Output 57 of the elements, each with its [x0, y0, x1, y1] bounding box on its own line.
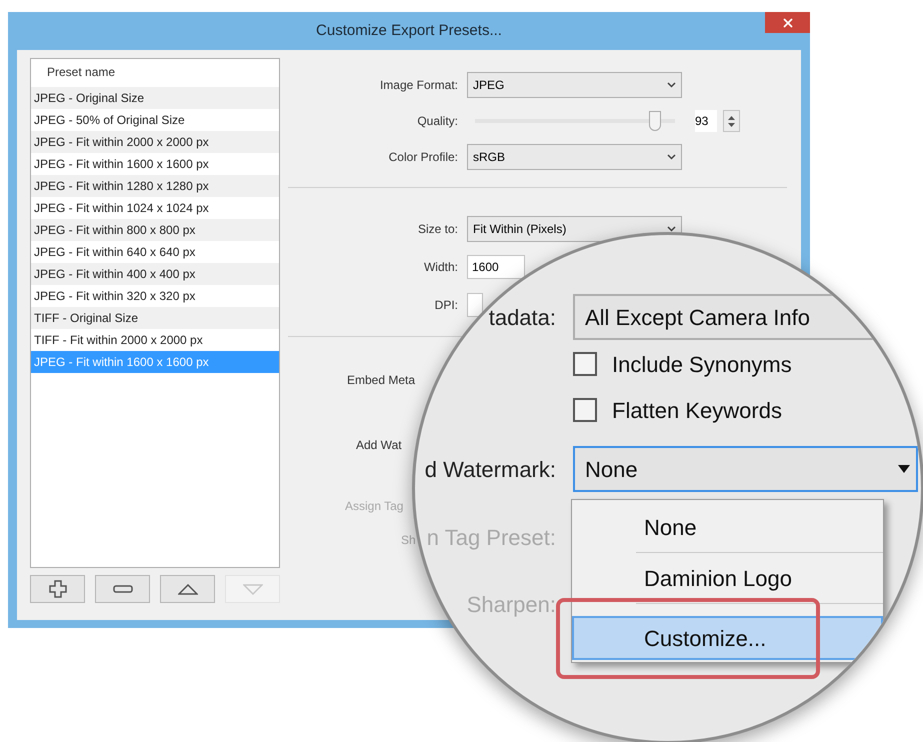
column-header: Preset name — [46, 64, 116, 81]
close-icon — [780, 16, 794, 30]
arrow-down-icon — [728, 122, 735, 126]
select-field[interactable]: None — [573, 446, 918, 492]
chevron-down-icon — [667, 154, 676, 160]
setting-label: Image Format: — [378, 77, 458, 94]
field-label: d Watermark: — [424, 456, 556, 484]
select-value: All Except Camera Info — [585, 304, 810, 332]
arrow-up-icon — [728, 116, 735, 120]
select-value: sRGB — [473, 149, 506, 166]
setting-label: Add Wat — [356, 437, 402, 454]
preset-item[interactable]: TIFF - Original Size — [31, 307, 279, 329]
setting-label: Embed Meta — [347, 372, 416, 389]
select-field[interactable]: JPEG — [467, 72, 682, 98]
setting-label: Color Profile: — [388, 149, 458, 166]
preset-item[interactable]: JPEG - Fit within 1280 x 1280 px — [31, 175, 279, 197]
select-value: Fit Within (Pixels) — [473, 221, 566, 238]
spinner-arrows[interactable] — [723, 110, 740, 132]
chevron-down-icon — [667, 226, 676, 232]
setting-label: DPI: — [434, 297, 458, 314]
list-action-button[interactable] — [160, 575, 215, 603]
select-value: JPEG — [473, 77, 504, 94]
field-label: Sharpen: — [466, 591, 556, 619]
setting-label: Width: — [422, 259, 458, 276]
checkbox[interactable] — [573, 352, 597, 376]
text-field[interactable]: 1600 — [467, 255, 525, 279]
list-action-button[interactable] — [30, 575, 85, 603]
preset-item[interactable]: JPEG - Fit within 400 x 400 px — [31, 263, 279, 285]
checkbox-label: Include Synonyms — [612, 350, 792, 379]
chevron-down-icon — [667, 82, 676, 88]
preset-item[interactable]: JPEG - Fit within 800 x 800 px — [31, 219, 279, 241]
triangle-up-icon — [178, 584, 198, 594]
select-value: None — [585, 456, 638, 484]
minus-icon — [112, 585, 132, 593]
checkbox[interactable] — [573, 398, 597, 422]
setting-label: Sh — [401, 532, 416, 549]
menu-item[interactable]: None — [574, 502, 883, 552]
preset-item[interactable]: JPEG - Fit within 2000 x 2000 px — [31, 131, 279, 153]
setting-label: Quality: — [416, 113, 458, 130]
number-field[interactable]: 93 — [695, 110, 717, 132]
list-action-button[interactable] — [95, 575, 150, 603]
setting-label: Assign Tag — [345, 498, 404, 515]
field-label: n Tag Preset: — [426, 524, 556, 552]
field-label: tadata: — [488, 304, 556, 332]
select-field[interactable]: Fit Within (Pixels) — [467, 216, 682, 242]
select-field[interactable]: sRGB — [467, 144, 682, 170]
close-button[interactable] — [765, 12, 810, 33]
caret-down-icon — [898, 465, 910, 473]
plus-icon — [48, 580, 66, 598]
text-field[interactable] — [467, 293, 483, 317]
window-title: Customize Export Presets... — [315, 20, 503, 41]
triangle-down-icon — [242, 584, 262, 594]
preset-item[interactable]: JPEG - Original Size — [31, 87, 279, 109]
menu-item[interactable]: Customize... — [572, 616, 883, 660]
setting-label: Size to: — [416, 221, 458, 238]
slider-thumb[interactable] — [648, 111, 661, 131]
checkbox-label: Flatten Keywords — [612, 396, 782, 425]
